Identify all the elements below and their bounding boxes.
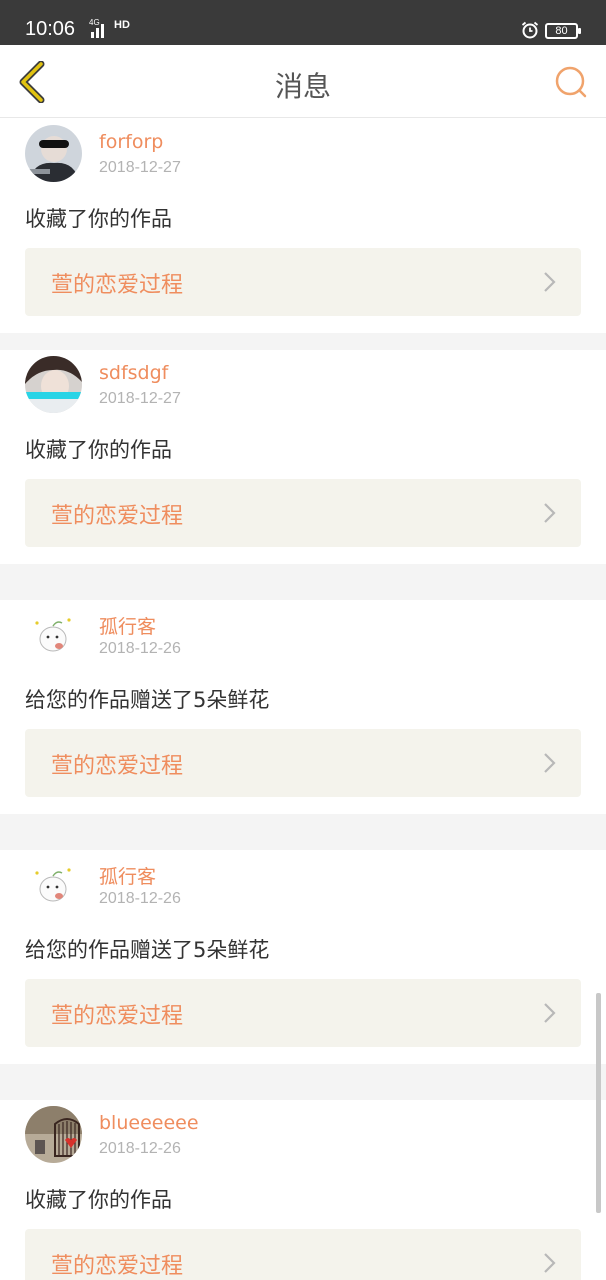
message-username[interactable]: 孤行客: [99, 612, 156, 639]
message-action: 给您的作品赠送了5朵鲜花: [25, 938, 270, 962]
avatar[interactable]: [25, 125, 82, 182]
message-action: 给您的作品赠送了5朵鲜花: [25, 688, 270, 712]
header: 消息: [0, 45, 606, 118]
chevron-right-icon: [544, 1003, 556, 1023]
page-title: 消息: [274, 70, 331, 103]
status-time: 10:06: [25, 18, 76, 40]
avatar[interactable]: [25, 606, 82, 663]
work-title: 萱的恋爱过程: [51, 754, 184, 779]
message-card: blueeeeee 2018-12-26 收藏了你的作品 萱的恋爱过程: [0, 1100, 606, 1280]
message-action: 收藏了你的作品: [25, 207, 172, 231]
battery-level: 80: [555, 25, 568, 37]
message-date: 2018-12-27: [99, 390, 181, 407]
message-username[interactable]: sdfsdgf: [99, 362, 168, 384]
message-username[interactable]: 孤行客: [99, 862, 156, 889]
alarm-icon: [521, 21, 539, 39]
work-link[interactable]: 萱的恋爱过程: [25, 248, 581, 316]
message-card: forforp 2018-12-27 收藏了你的作品 萱的恋爱过程: [0, 119, 606, 333]
message-card: sdfsdgf 2018-12-27 收藏了你的作品 萱的恋爱过程: [0, 350, 606, 564]
work-link[interactable]: 萱的恋爱过程: [25, 1229, 581, 1280]
message-action: 收藏了你的作品: [25, 1188, 172, 1212]
chevron-right-icon: [544, 753, 556, 773]
work-link[interactable]: 萱的恋爱过程: [25, 479, 581, 547]
hd-icon: HD: [114, 19, 130, 31]
message-date: 2018-12-27: [99, 159, 181, 176]
message-date: 2018-12-26: [99, 890, 181, 907]
work-link[interactable]: 萱的恋爱过程: [25, 979, 581, 1047]
message-action: 收藏了你的作品: [25, 438, 172, 462]
avatar[interactable]: [25, 856, 82, 913]
avatar[interactable]: [25, 1106, 82, 1163]
message-username[interactable]: blueeeeee: [99, 1112, 199, 1134]
chevron-right-icon: [544, 1253, 556, 1273]
work-title: 萱的恋爱过程: [51, 273, 184, 298]
work-link[interactable]: 萱的恋爱过程: [25, 729, 581, 797]
work-title: 萱的恋爱过程: [51, 1254, 184, 1279]
scrollbar[interactable]: [596, 993, 601, 1213]
chevron-right-icon: [544, 503, 556, 523]
battery-icon: 80: [545, 23, 581, 39]
message-card: 孤行客 2018-12-26 给您的作品赠送了5朵鲜花 萱的恋爱过程: [0, 850, 606, 1064]
message-date: 2018-12-26: [99, 640, 181, 657]
message-username[interactable]: forforp: [99, 131, 163, 153]
message-date: 2018-12-26: [99, 1140, 181, 1157]
status-bar: 10:06 4G HD 80: [0, 0, 606, 45]
message-list[interactable]: forforp 2018-12-27 收藏了你的作品 萱的恋爱过程 sdfsdg…: [0, 119, 606, 1280]
signal-icon: [89, 20, 109, 38]
work-title: 萱的恋爱过程: [51, 1004, 184, 1029]
search-icon[interactable]: [552, 63, 590, 101]
work-title: 萱的恋爱过程: [51, 504, 184, 529]
message-card: 孤行客 2018-12-26 给您的作品赠送了5朵鲜花 萱的恋爱过程: [0, 600, 606, 814]
avatar[interactable]: [25, 356, 82, 413]
chevron-right-icon: [544, 272, 556, 292]
